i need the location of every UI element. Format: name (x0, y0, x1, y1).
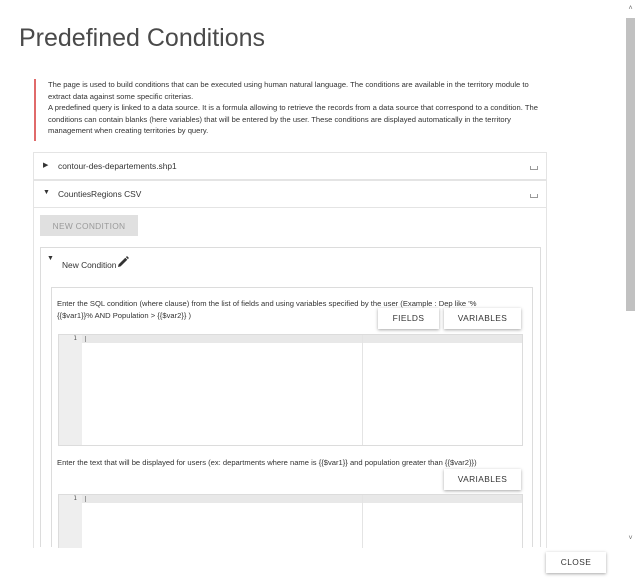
variables-button[interactable]: VARIABLES (444, 308, 521, 329)
layer-row-countiesregions-csv[interactable]: ▼ CountiesRegions CSV (33, 180, 547, 208)
pencil-icon[interactable] (117, 256, 129, 268)
active-line-highlight (82, 495, 522, 503)
display-text-description: Enter the text that will be displayed fo… (57, 458, 477, 467)
dialog-footer (0, 548, 637, 583)
text-cursor (85, 336, 86, 342)
text-cursor (85, 496, 86, 502)
layer-name: contour-des-departements.shp1 (58, 161, 177, 171)
collapse-toggle-icon[interactable] (530, 194, 538, 198)
line-number: 1 (73, 495, 77, 502)
info-paragraph-2: A predefined query is linked to a data s… (48, 103, 538, 136)
scroll-down-arrow-icon[interactable]: ˅ (626, 534, 635, 543)
editor-gutter (59, 495, 82, 553)
display-text-editor[interactable]: 1 (58, 494, 523, 554)
close-button[interactable]: CLOSE (546, 552, 606, 573)
print-margin (362, 335, 363, 445)
info-notice: The page is used to build conditions tha… (34, 79, 550, 141)
caret-down-icon: ▼ (43, 189, 50, 196)
fields-button[interactable]: FIELDS (378, 308, 439, 329)
expand-toggle-icon[interactable] (530, 166, 538, 170)
scroll-up-arrow-icon[interactable]: ˄ (626, 4, 635, 13)
layer-name: CountiesRegions CSV (58, 189, 142, 199)
info-paragraph-1: The page is used to build conditions tha… (48, 80, 529, 101)
condition-title: New Condition (62, 260, 117, 270)
page-title: Predefined Conditions (19, 24, 265, 52)
editor-gutter (59, 335, 82, 445)
sql-code-editor[interactable]: 1 (58, 334, 523, 446)
scrollbar-thumb[interactable] (626, 18, 635, 311)
print-margin (362, 495, 363, 553)
text-variables-button[interactable]: VARIABLES (444, 469, 521, 490)
caret-down-icon: ▼ (47, 255, 54, 262)
line-number: 1 (73, 335, 77, 342)
new-condition-button[interactable]: NEW CONDITION (40, 215, 138, 236)
caret-right-icon: ▶ (43, 162, 49, 169)
layer-row-contour-des-departements[interactable]: ▶ contour-des-departements.shp1 (33, 152, 547, 180)
active-line-highlight (82, 335, 522, 343)
